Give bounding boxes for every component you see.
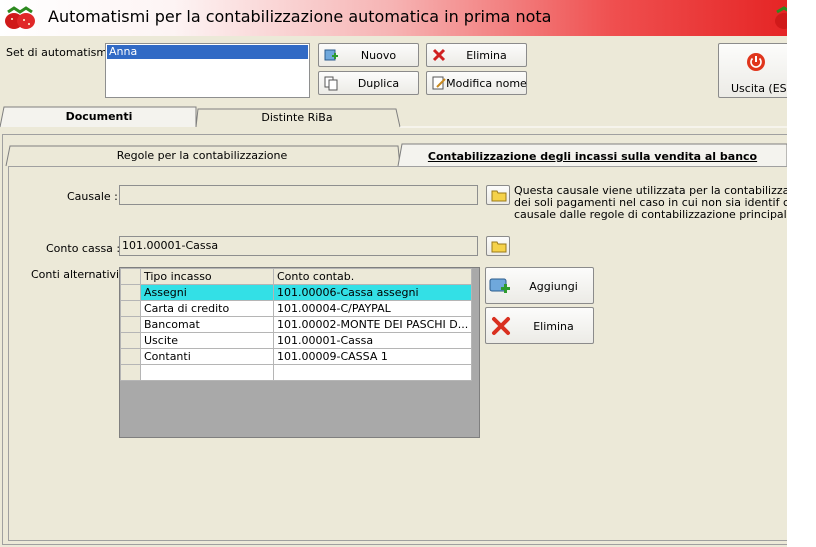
power-icon — [747, 53, 765, 71]
set-label: Set di automatismi : — [6, 46, 118, 59]
uscita-button[interactable]: Uscita (ESC) — [718, 43, 787, 98]
causale-field[interactable] — [119, 185, 478, 205]
elimina-row-button[interactable]: Elimina — [485, 307, 594, 344]
delete-icon — [432, 48, 446, 62]
folder-icon — [491, 241, 507, 253]
grid-cell[interactable]: Bancomat — [140, 316, 274, 333]
table-row[interactable]: Assegni 101.00006-Cassa assegni — [120, 284, 473, 301]
conti-grid[interactable]: Tipo incasso Conto contab. Assegni 101.0… — [119, 267, 480, 438]
duplica-button[interactable]: Duplica — [318, 71, 419, 95]
grid-cell[interactable]: 101.00006-Cassa assegni — [272, 284, 473, 301]
strawberry-logo-icon-right — [775, 6, 787, 29]
grid-cell[interactable]: Carta di credito — [140, 300, 274, 317]
elimina-set-button[interactable]: Elimina — [426, 43, 527, 67]
set-listbox[interactable]: Anna — [105, 43, 310, 98]
tab-contabilizzazione-incassi[interactable]: Contabilizzazione degli incassi sulla ve… — [400, 150, 785, 163]
grid-cell[interactable]: 101.00002-MONTE DEI PASCHI D... — [272, 316, 473, 333]
grid-cell[interactable]: 101.00001-Cassa — [272, 332, 473, 349]
grid-indicator-cell — [120, 268, 141, 285]
grid-cell[interactable]: Assegni — [140, 284, 274, 301]
grid-cell[interactable]: 101.00004-C/PAYPAL — [272, 300, 473, 317]
conti-alternativi-label: Conti alternativi : — [31, 268, 127, 281]
table-row[interactable]: Carta di credito 101.00004-C/PAYPAL — [120, 300, 473, 317]
grid-cell[interactable] — [272, 364, 473, 381]
grid-cell[interactable]: Contanti — [140, 348, 274, 365]
grid-header-conto[interactable]: Conto contab. — [272, 268, 473, 285]
folder-icon — [491, 190, 507, 202]
nuovo-button[interactable]: Nuovo — [318, 43, 419, 67]
grid-cell[interactable] — [140, 364, 274, 381]
causale-browse-button[interactable] — [486, 185, 510, 205]
aggiungi-button[interactable]: Aggiungi — [485, 267, 594, 304]
window-title: Automatismi per la contabilizzazione aut… — [48, 7, 552, 26]
conto-cassa-browse-button[interactable] — [486, 236, 510, 256]
causale-label: Causale : — [67, 190, 118, 203]
new-document-icon — [324, 49, 338, 61]
modifica-nome-button[interactable]: Modifica nome — [426, 71, 527, 95]
add-icon — [489, 278, 510, 293]
strawberry-logo-icon — [5, 6, 35, 29]
grid-header-tipo[interactable]: Tipo incasso — [140, 268, 274, 285]
grid-cell[interactable]: Uscite — [140, 332, 274, 349]
tab-regole[interactable]: Regole per la contabilizzazione — [10, 149, 394, 162]
tab-documenti[interactable]: Documenti — [4, 110, 194, 123]
table-row[interactable]: Bancomat 101.00002-MONTE DEI PASCHI D... — [120, 316, 473, 333]
conto-cassa-field[interactable]: 101.00001-Cassa — [119, 236, 478, 256]
table-row[interactable]: Uscite 101.00001-Cassa — [120, 332, 473, 349]
main-window: Automatismi per la contabilizzazione aut… — [0, 0, 787, 547]
table-row[interactable] — [120, 364, 473, 381]
tab-distinte-riba[interactable]: Distinte RiBa — [198, 111, 396, 124]
table-row[interactable]: Contanti 101.00009-CASSA 1 — [120, 348, 473, 365]
grid-cell[interactable]: 101.00009-CASSA 1 — [272, 348, 473, 365]
title-bar: Automatismi per la contabilizzazione aut… — [0, 0, 787, 36]
set-list-item[interactable]: Anna — [107, 45, 308, 59]
conto-cassa-label: Conto cassa : — [46, 242, 121, 255]
causale-note: Questa causale viene utilizzata per la c… — [514, 184, 787, 221]
delete-icon — [492, 317, 510, 335]
edit-icon — [432, 76, 446, 90]
copy-icon — [324, 76, 338, 91]
grid-header-row: Tipo incasso Conto contab. — [120, 268, 473, 285]
